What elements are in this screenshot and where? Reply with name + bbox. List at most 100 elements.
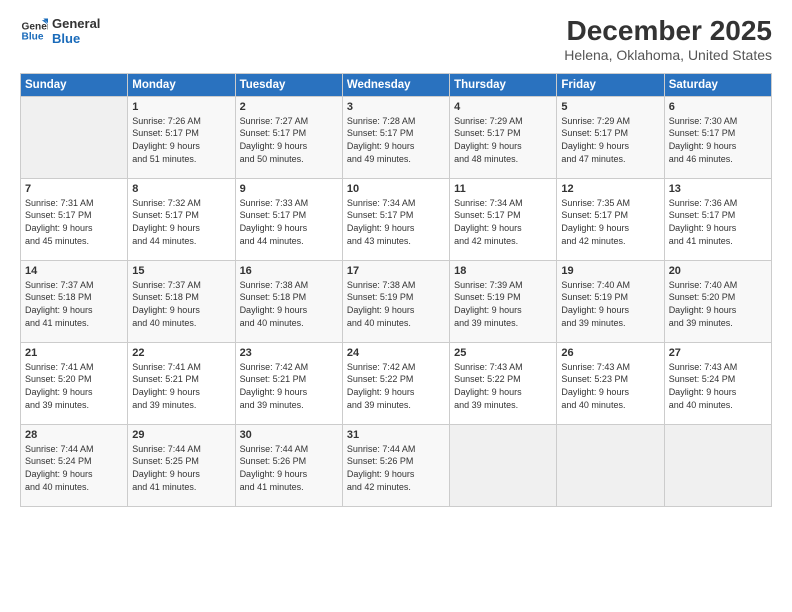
day-number: 6 [669, 101, 767, 113]
day-number: 28 [25, 429, 123, 441]
day-cell: 14 Sunrise: 7:37 AM Sunset: 5:18 PM Dayli… [21, 260, 128, 342]
day-cell: 13 Sunrise: 7:36 AM Sunset: 5:17 PM Dayli… [664, 178, 771, 260]
day-cell: 16 Sunrise: 7:38 AM Sunset: 5:18 PM Dayli… [235, 260, 342, 342]
day-number: 8 [132, 183, 230, 195]
day-cell [664, 424, 771, 506]
col-header-tuesday: Tuesday [235, 73, 342, 96]
day-number: 15 [132, 265, 230, 277]
day-info: Sunrise: 7:36 AM Sunset: 5:17 PM Dayligh… [669, 197, 767, 247]
day-cell: 1 Sunrise: 7:26 AM Sunset: 5:17 PM Daylig… [128, 96, 235, 178]
day-number: 20 [669, 265, 767, 277]
day-number: 9 [240, 183, 338, 195]
col-header-thursday: Thursday [450, 73, 557, 96]
day-info: Sunrise: 7:43 AM Sunset: 5:23 PM Dayligh… [561, 361, 659, 411]
day-cell: 20 Sunrise: 7:40 AM Sunset: 5:20 PM Dayli… [664, 260, 771, 342]
logo-icon: General Blue [20, 17, 48, 45]
day-cell: 27Sunrise: 7:43 AM Sunset: 5:24 PM Dayli… [664, 342, 771, 424]
day-info: Sunrise: 7:44 AM Sunset: 5:24 PM Dayligh… [25, 443, 123, 493]
day-info: Sunrise: 7:37 AM Sunset: 5:18 PM Dayligh… [132, 279, 230, 329]
day-info: Sunrise: 7:44 AM Sunset: 5:26 PM Dayligh… [240, 443, 338, 493]
day-cell: 25 Sunrise: 7:43 AM Sunset: 5:22 PM Dayli… [450, 342, 557, 424]
week-row-2: 7 Sunrise: 7:31 AM Sunset: 5:17 PM Daylig… [21, 178, 772, 260]
day-info: Sunrise: 7:38 AM Sunset: 5:18 PM Dayligh… [240, 279, 338, 329]
day-number: 5 [561, 101, 659, 113]
day-number: 29 [132, 429, 230, 441]
day-cell: 31Sunrise: 7:44 AM Sunset: 5:26 PM Dayli… [342, 424, 449, 506]
day-number: 11 [454, 183, 552, 195]
day-info: Sunrise: 7:30 AM Sunset: 5:17 PM Dayligh… [669, 115, 767, 165]
day-cell: 26 Sunrise: 7:43 AM Sunset: 5:23 PM Dayli… [557, 342, 664, 424]
day-cell: 17Sunrise: 7:38 AM Sunset: 5:19 PM Dayli… [342, 260, 449, 342]
day-cell: 21 Sunrise: 7:41 AM Sunset: 5:20 PM Dayli… [21, 342, 128, 424]
day-cell: 19Sunrise: 7:40 AM Sunset: 5:19 PM Dayli… [557, 260, 664, 342]
location: Helena, Oklahoma, United States [564, 47, 772, 63]
day-number: 3 [347, 101, 445, 113]
day-number: 23 [240, 347, 338, 359]
day-info: Sunrise: 7:41 AM Sunset: 5:21 PM Dayligh… [132, 361, 230, 411]
day-cell: 23 Sunrise: 7:42 AM Sunset: 5:21 PM Dayli… [235, 342, 342, 424]
day-cell: 22 Sunrise: 7:41 AM Sunset: 5:21 PM Dayli… [128, 342, 235, 424]
day-cell: 2Sunrise: 7:27 AM Sunset: 5:17 PM Daylig… [235, 96, 342, 178]
day-number: 22 [132, 347, 230, 359]
day-number: 14 [25, 265, 123, 277]
day-info: Sunrise: 7:29 AM Sunset: 5:17 PM Dayligh… [454, 115, 552, 165]
day-number: 17 [347, 265, 445, 277]
day-cell: 29 Sunrise: 7:44 AM Sunset: 5:25 PM Dayli… [128, 424, 235, 506]
day-info: Sunrise: 7:37 AM Sunset: 5:18 PM Dayligh… [25, 279, 123, 329]
header-row: SundayMondayTuesdayWednesdayThursdayFrid… [21, 73, 772, 96]
day-cell: 3Sunrise: 7:28 AM Sunset: 5:17 PM Daylig… [342, 96, 449, 178]
day-number: 16 [240, 265, 338, 277]
page: General Blue General Blue December 2025 … [0, 0, 792, 612]
day-cell [450, 424, 557, 506]
day-number: 12 [561, 183, 659, 195]
logo-line1: General [52, 16, 100, 31]
day-number: 26 [561, 347, 659, 359]
col-header-wednesday: Wednesday [342, 73, 449, 96]
day-number: 25 [454, 347, 552, 359]
day-number: 2 [240, 101, 338, 113]
day-info: Sunrise: 7:44 AM Sunset: 5:25 PM Dayligh… [132, 443, 230, 493]
week-row-1: 1 Sunrise: 7:26 AM Sunset: 5:17 PM Daylig… [21, 96, 772, 178]
day-info: Sunrise: 7:42 AM Sunset: 5:22 PM Dayligh… [347, 361, 445, 411]
day-info: Sunrise: 7:43 AM Sunset: 5:22 PM Dayligh… [454, 361, 552, 411]
day-number: 27 [669, 347, 767, 359]
day-cell: 4 Sunrise: 7:29 AM Sunset: 5:17 PM Daylig… [450, 96, 557, 178]
day-cell: 12Sunrise: 7:35 AM Sunset: 5:17 PM Dayli… [557, 178, 664, 260]
col-header-monday: Monday [128, 73, 235, 96]
day-number: 18 [454, 265, 552, 277]
header: General Blue General Blue December 2025 … [20, 16, 772, 63]
day-number: 1 [132, 101, 230, 113]
day-cell: 24 Sunrise: 7:42 AM Sunset: 5:22 PM Dayli… [342, 342, 449, 424]
day-info: Sunrise: 7:44 AM Sunset: 5:26 PM Dayligh… [347, 443, 445, 493]
day-info: Sunrise: 7:41 AM Sunset: 5:20 PM Dayligh… [25, 361, 123, 411]
day-info: Sunrise: 7:34 AM Sunset: 5:17 PM Dayligh… [454, 197, 552, 247]
day-info: Sunrise: 7:31 AM Sunset: 5:17 PM Dayligh… [25, 197, 123, 247]
day-number: 4 [454, 101, 552, 113]
day-cell: 8 Sunrise: 7:32 AM Sunset: 5:17 PM Daylig… [128, 178, 235, 260]
day-info: Sunrise: 7:29 AM Sunset: 5:17 PM Dayligh… [561, 115, 659, 165]
col-header-sunday: Sunday [21, 73, 128, 96]
week-row-5: 28 Sunrise: 7:44 AM Sunset: 5:24 PM Dayli… [21, 424, 772, 506]
title-area: December 2025 Helena, Oklahoma, United S… [564, 16, 772, 63]
day-info: Sunrise: 7:26 AM Sunset: 5:17 PM Dayligh… [132, 115, 230, 165]
day-info: Sunrise: 7:32 AM Sunset: 5:17 PM Dayligh… [132, 197, 230, 247]
day-cell: 9Sunrise: 7:33 AM Sunset: 5:17 PM Daylig… [235, 178, 342, 260]
day-number: 7 [25, 183, 123, 195]
week-row-4: 21 Sunrise: 7:41 AM Sunset: 5:20 PM Dayli… [21, 342, 772, 424]
svg-text:Blue: Blue [22, 32, 44, 43]
day-cell: 18Sunrise: 7:39 AM Sunset: 5:19 PM Dayli… [450, 260, 557, 342]
day-number: 13 [669, 183, 767, 195]
col-header-saturday: Saturday [664, 73, 771, 96]
day-cell: 11 Sunrise: 7:34 AM Sunset: 5:17 PM Dayli… [450, 178, 557, 260]
col-header-friday: Friday [557, 73, 664, 96]
day-info: Sunrise: 7:40 AM Sunset: 5:20 PM Dayligh… [669, 279, 767, 329]
day-cell: 30 Sunrise: 7:44 AM Sunset: 5:26 PM Dayli… [235, 424, 342, 506]
day-cell: 6 Sunrise: 7:30 AM Sunset: 5:17 PM Daylig… [664, 96, 771, 178]
logo: General Blue General Blue [20, 16, 100, 46]
day-number: 10 [347, 183, 445, 195]
day-info: Sunrise: 7:42 AM Sunset: 5:21 PM Dayligh… [240, 361, 338, 411]
day-number: 21 [25, 347, 123, 359]
month-title: December 2025 [564, 16, 772, 47]
day-number: 30 [240, 429, 338, 441]
day-number: 24 [347, 347, 445, 359]
